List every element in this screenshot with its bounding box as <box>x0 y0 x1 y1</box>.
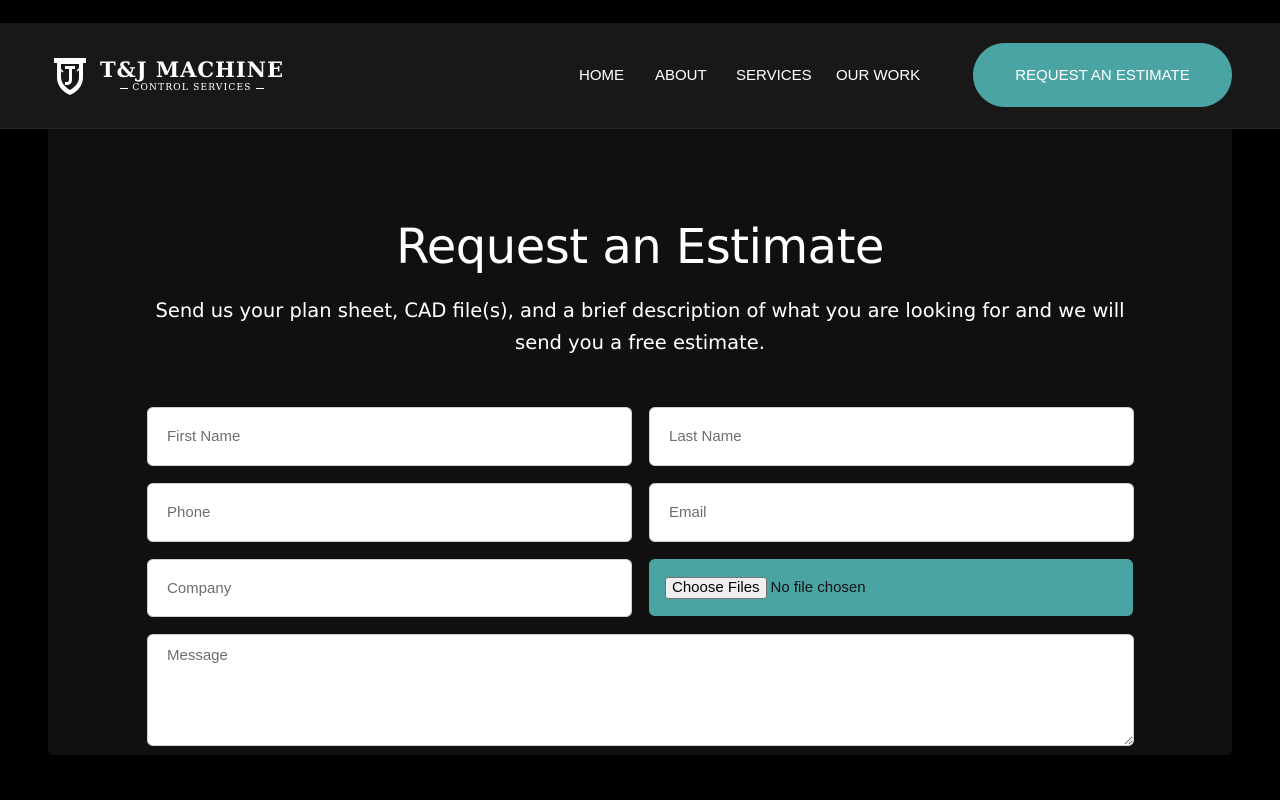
nav-services[interactable]: SERVICES <box>736 67 812 85</box>
file-upload-field[interactable]: Choose Files No file chosen <box>649 559 1133 616</box>
site-header: T&J MACHINE CONTROL SERVICES HOME ABOUT … <box>0 23 1280 129</box>
choose-files-button[interactable]: Choose Files <box>665 576 767 599</box>
company-input[interactable] <box>147 559 632 617</box>
email-input[interactable] <box>649 483 1134 542</box>
nav-about[interactable]: ABOUT <box>655 67 707 85</box>
last-name-input[interactable] <box>649 407 1134 466</box>
page-description: Send us your plan sheet, CAD file(s), an… <box>155 299 1125 354</box>
nav-our-work[interactable]: OUR WORK <box>836 67 920 85</box>
first-name-input[interactable] <box>147 407 632 466</box>
nav-home[interactable]: HOME <box>579 67 624 85</box>
page-title: Request an Estimate <box>396 219 884 275</box>
request-estimate-button[interactable]: REQUEST AN ESTIMATE <box>973 43 1232 107</box>
file-status-text: No file chosen <box>770 579 866 596</box>
phone-input[interactable] <box>147 483 632 542</box>
message-textarea[interactable] <box>147 634 1134 746</box>
estimate-panel: Request an Estimate Send us your plan sh… <box>48 129 1232 755</box>
